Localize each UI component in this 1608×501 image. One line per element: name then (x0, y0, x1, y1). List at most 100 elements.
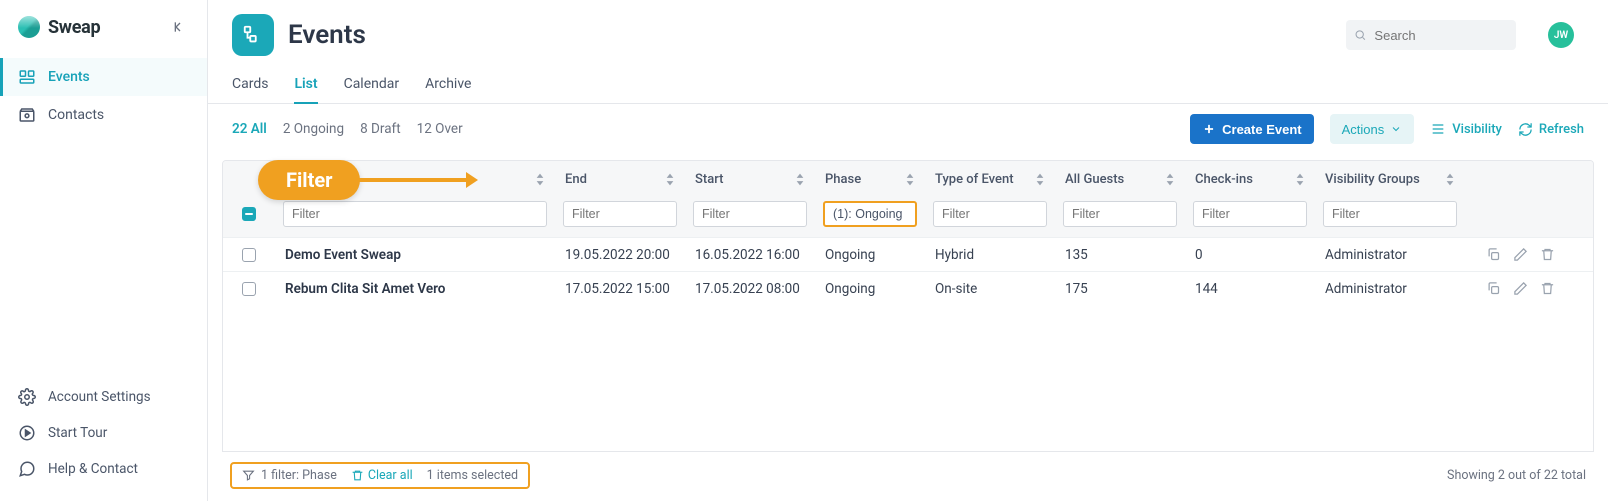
filter-guests-input[interactable] (1063, 201, 1177, 227)
cell-guests: 135 (1055, 247, 1185, 263)
selected-count: 1 items selected (427, 468, 518, 483)
column-phase[interactable]: Phase (815, 172, 925, 187)
column-visibility[interactable]: Visibility Groups (1315, 172, 1465, 187)
tab-archive[interactable]: Archive (425, 70, 471, 103)
annotation-badge: Filter (258, 160, 360, 200)
copy-icon[interactable] (1486, 247, 1501, 262)
filter-name-input[interactable] (283, 201, 547, 227)
sidebar-item-label: Start Tour (48, 425, 107, 441)
sidebar-item-help-contact[interactable]: Help & Contact (0, 451, 207, 487)
column-checkins[interactable]: Check-ins (1185, 172, 1315, 187)
status-filter-draft[interactable]: 8 Draft (360, 121, 401, 137)
sidebar-item-events[interactable]: Events (0, 58, 207, 96)
row-checkbox[interactable] (242, 248, 256, 262)
trash-icon[interactable] (1540, 281, 1555, 296)
collapse-sidebar-button[interactable] (167, 16, 189, 38)
filter-summary: 1 filter: Phase (242, 468, 337, 483)
actions-dropdown[interactable]: Actions (1330, 114, 1415, 144)
sidebar-item-start-tour[interactable]: Start Tour (0, 415, 207, 451)
plus-icon (1202, 122, 1216, 136)
button-label: Create Event (1222, 122, 1301, 137)
button-label: Visibility (1452, 122, 1502, 137)
cell-phase: Ongoing (815, 281, 925, 297)
edit-icon[interactable] (1513, 281, 1528, 296)
sidebar-item-contacts[interactable]: Contacts (0, 96, 207, 134)
status-filter-over[interactable]: 12 Over (417, 121, 463, 137)
annotation-arrow-line (358, 178, 466, 182)
logo-icon (18, 16, 40, 38)
filter-summary-box: 1 filter: Phase Clear all 1 items select… (230, 462, 530, 489)
column-end[interactable]: End (555, 172, 685, 187)
trash-icon (351, 469, 364, 482)
global-search[interactable] (1346, 20, 1516, 50)
button-label: Refresh (1539, 122, 1584, 137)
visibility-button[interactable]: Visibility (1430, 121, 1502, 137)
row-actions (1465, 281, 1565, 296)
table-row[interactable]: Rebum Clita Sit Amet Vero 17.05.2022 15:… (223, 271, 1593, 305)
column-guests[interactable]: All Guests (1055, 172, 1185, 187)
table-footer: 1 filter: Phase Clear all 1 items select… (208, 454, 1608, 501)
search-icon (1354, 28, 1366, 42)
filter-type-input[interactable] (933, 201, 1047, 227)
cell-visibility: Administrator (1315, 247, 1465, 263)
copy-icon[interactable] (1486, 281, 1501, 296)
select-all-checkbox[interactable] (242, 207, 256, 221)
cell-checkins: 0 (1185, 247, 1315, 263)
filter-phase-input[interactable] (823, 201, 917, 227)
edit-icon[interactable] (1513, 247, 1528, 262)
sort-icon (665, 172, 675, 187)
avatar[interactable]: JW (1548, 22, 1574, 48)
status-filter-all[interactable]: 22 All (232, 121, 267, 137)
cell-guests: 175 (1055, 281, 1185, 297)
sidebar: Sweap Events Contacts Account Settings (0, 0, 208, 501)
search-input[interactable] (1370, 24, 1508, 47)
sort-icon (1295, 172, 1305, 187)
page-title: Events (288, 20, 1332, 50)
cell-name: Rebum Clita Sit Amet Vero (275, 281, 555, 297)
sidebar-item-label: Events (48, 69, 90, 85)
clear-all-filters-button[interactable]: Clear all (351, 468, 413, 483)
refresh-button[interactable]: Refresh (1518, 122, 1584, 137)
annotation-callout: Filter (258, 160, 478, 200)
tab-calendar[interactable]: Calendar (344, 70, 400, 103)
sort-icon (795, 172, 805, 187)
tab-cards[interactable]: Cards (232, 70, 268, 103)
cell-phase: Ongoing (815, 247, 925, 263)
cell-name: Demo Event Sweap (275, 247, 555, 263)
cell-checkins: 144 (1185, 281, 1315, 297)
brand-logo[interactable]: Sweap (18, 16, 100, 38)
filter-end-input[interactable] (563, 201, 677, 227)
sort-icon (905, 172, 915, 187)
create-event-button[interactable]: Create Event (1190, 114, 1313, 144)
column-start[interactable]: Start (685, 172, 815, 187)
funnel-icon (242, 469, 255, 482)
sort-icon (1035, 172, 1045, 187)
filter-checkins-input[interactable] (1193, 201, 1307, 227)
status-filter-ongoing[interactable]: 2 Ongoing (283, 121, 344, 137)
events-table: Name End Start Phase Type of Event All G… (222, 160, 1594, 452)
cell-type: On-site (925, 281, 1055, 297)
column-type[interactable]: Type of Event (925, 172, 1055, 187)
sidebar-item-label: Account Settings (48, 389, 151, 405)
page-icon (232, 14, 274, 56)
cell-start: 17.05.2022 08:00 (685, 281, 815, 297)
sort-icon (1445, 172, 1455, 187)
sidebar-item-label: Contacts (48, 107, 104, 123)
filter-visibility-input[interactable] (1323, 201, 1457, 227)
status-filter-row: 22 All 2 Ongoing 8 Draft 12 Over Create … (208, 104, 1608, 154)
row-checkbox[interactable] (242, 282, 256, 296)
filter-start-input[interactable] (693, 201, 807, 227)
sidebar-item-account-settings[interactable]: Account Settings (0, 379, 207, 415)
row-actions (1465, 247, 1565, 262)
cell-end: 19.05.2022 20:00 (555, 247, 685, 263)
button-label: Actions (1342, 122, 1385, 137)
list-icon (1430, 121, 1446, 137)
tab-list[interactable]: List (294, 70, 317, 104)
refresh-icon (1518, 122, 1533, 137)
sort-icon (1165, 172, 1175, 187)
main-nav: Events Contacts (0, 52, 207, 140)
cell-start: 16.05.2022 16:00 (685, 247, 815, 263)
view-tabs: Cards List Calendar Archive (208, 60, 1608, 104)
table-row[interactable]: Demo Event Sweap 19.05.2022 20:00 16.05.… (223, 237, 1593, 271)
trash-icon[interactable] (1540, 247, 1555, 262)
